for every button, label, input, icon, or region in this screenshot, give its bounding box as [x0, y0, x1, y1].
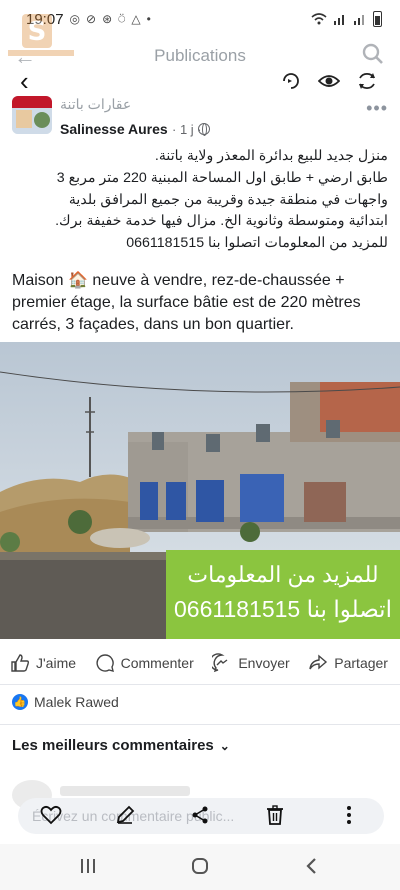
post-text-line: ابتدائية ومتوسطة وثانوية الخ. مزال فيها …: [55, 213, 388, 230]
signal-2-icon: [354, 15, 364, 25]
promo-line-1: للمزيد من المعلومات: [187, 562, 379, 587]
page-name[interactable]: عقارات باتنة: [60, 96, 131, 113]
overlay-action-bar: [0, 796, 400, 836]
post-actions: J'aime Commenter Envoyer Partager: [0, 646, 400, 680]
avatar[interactable]: [12, 96, 52, 134]
post-text-line: واجهات في منطقة جيدة وقريبة من جميع المر…: [68, 191, 388, 208]
more-vertical-icon[interactable]: [338, 804, 360, 826]
signal-icon: [334, 15, 344, 25]
search-icon[interactable]: [362, 43, 384, 65]
comments-header: Les meilleurs commentaires: [12, 737, 214, 754]
messenger-send-icon: [212, 653, 228, 673]
refresh-icon[interactable]: [356, 70, 378, 92]
post-text-french: Maison 🏠 neuve à vendre, rez-de-chaussée…: [12, 272, 361, 333]
comment-label: Commenter: [120, 655, 194, 671]
divider: [0, 724, 400, 725]
send-button[interactable]: Envoyer: [212, 653, 290, 673]
more-notifications-icon: •: [146, 12, 151, 26]
commenter-name-placeholder: [60, 786, 190, 796]
send-label: Envoyer: [238, 655, 290, 671]
thumbs-up-icon: [11, 654, 30, 672]
share-button[interactable]: Partager: [308, 653, 388, 673]
share-arrow-icon: [309, 654, 328, 670]
dnd-icon: ⊘: [86, 12, 97, 26]
battery-icon: [373, 11, 382, 27]
promo-line-2: اتصلوا بنا 0661181515: [174, 596, 392, 622]
post-text-line: منزل جديد للبيع بدائرة المعذر ولاية باتن…: [154, 148, 388, 164]
more-options-icon[interactable]: •••: [366, 98, 388, 119]
app-icon: △: [131, 12, 141, 26]
promo-banner: للمزيد من المعلومات اتصلوا بنا 066118151…: [166, 550, 400, 639]
post-text-line: للمزيد من المعلومات اتصلوا بنا 066118151…: [126, 235, 388, 252]
alarm-icon: ⍥: [118, 11, 126, 26]
system-nav-bar: [0, 844, 400, 890]
share-icon[interactable]: [189, 804, 211, 826]
recent-apps-icon[interactable]: [78, 856, 98, 876]
author-name[interactable]: Salinesse Aures: [60, 121, 168, 137]
post-text-line: طابق ارضي + طابق اول المساحة المبنية 220…: [56, 169, 388, 186]
eye-icon[interactable]: [318, 70, 340, 92]
like-label: J'aime: [36, 655, 77, 671]
trash-icon[interactable]: [264, 804, 286, 826]
wifi-icon: [311, 13, 327, 25]
notification-icon: ⊛: [102, 12, 113, 26]
post-text-arabic: منزل جديد للبيع بدائرة المعذر ولاية باتن…: [12, 146, 388, 255]
comment-button[interactable]: Commenter: [95, 653, 194, 673]
rotate-icon[interactable]: [280, 70, 302, 92]
viewer-toolbar: ‹: [0, 66, 400, 96]
like-button[interactable]: J'aime: [10, 653, 76, 673]
chevron-down-icon: ⌄: [219, 738, 230, 753]
share-label: Partager: [334, 655, 388, 671]
heart-icon[interactable]: [40, 804, 62, 826]
home-icon[interactable]: [190, 856, 210, 876]
back-chevron-icon[interactable]: ‹: [20, 68, 29, 94]
like-badge-icon: 👍: [12, 694, 28, 710]
reactor-name: Malek Rawed: [34, 694, 119, 710]
reactions-summary[interactable]: 👍 Malek Rawed: [12, 694, 119, 710]
edit-pencil-icon[interactable]: [114, 804, 136, 826]
post-header: عقارات باتنة Salinesse Aures · 1 j · •••: [0, 96, 400, 140]
divider: [0, 684, 400, 685]
comment-icon: [96, 654, 114, 672]
comments-sort-dropdown[interactable]: Les meilleurs commentaires ⌄: [12, 737, 230, 754]
page-title: Publications: [154, 46, 246, 65]
globe-icon: [198, 123, 210, 136]
back-icon[interactable]: [302, 856, 322, 876]
